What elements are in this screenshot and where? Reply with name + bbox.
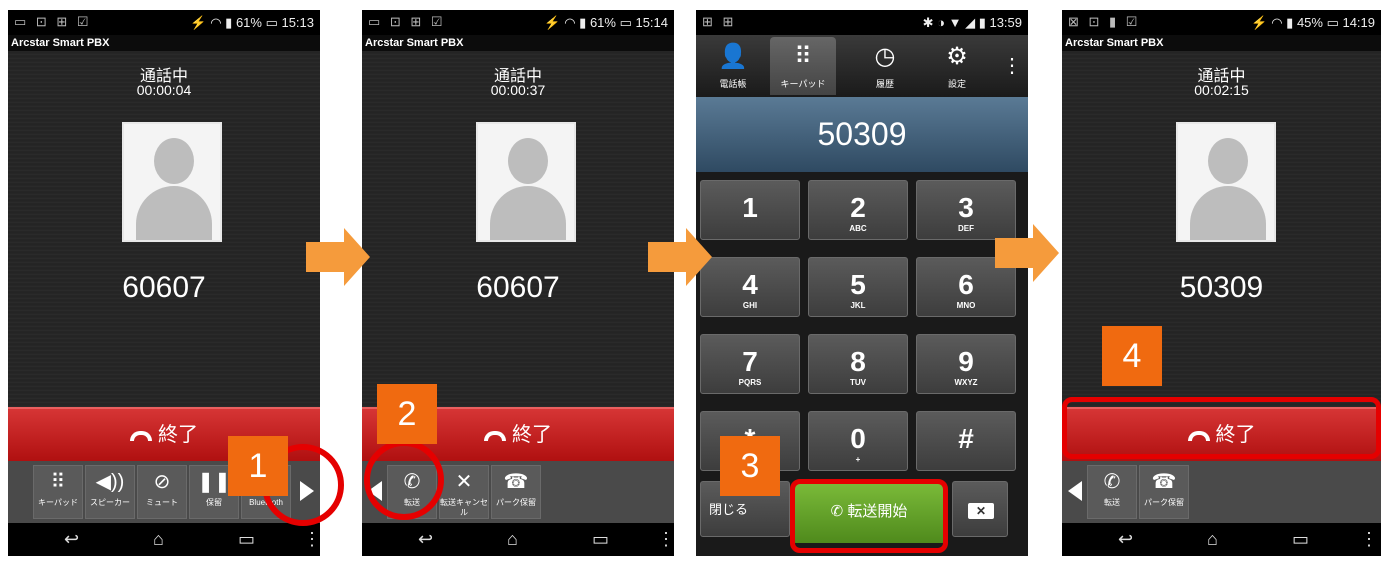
highlight-ring-2 bbox=[364, 440, 444, 520]
key-1[interactable]: 1 bbox=[700, 180, 800, 240]
history-icon: ◷ bbox=[874, 43, 896, 70]
app-title: Arcstar Smart PBX bbox=[8, 35, 320, 51]
park-hold-button[interactable]: ☎ パーク保留 bbox=[491, 465, 541, 519]
call-timer: 00:00:37 bbox=[490, 82, 546, 98]
step-badge-4: 4 bbox=[1102, 326, 1162, 386]
step-badge-2: 2 bbox=[377, 384, 437, 444]
end-call-label: 終了 bbox=[158, 424, 198, 446]
menu-icon[interactable]: ⋮ bbox=[1360, 529, 1378, 550]
status-icons-left: ▭ ⊡ ⊞ ☑ bbox=[368, 14, 446, 29]
menu-icon[interactable]: ⋮ bbox=[657, 529, 674, 550]
avatar bbox=[122, 122, 222, 242]
mute-icon: ⊘ bbox=[153, 471, 171, 493]
status-bar: ⊠ ⊡ ▮ ☑ ⚡ ◠ ▮ 45% ▭ 14:19 bbox=[1062, 10, 1381, 35]
avatar bbox=[1176, 122, 1276, 242]
highlight-rect-4 bbox=[1062, 397, 1381, 459]
backspace-icon: ✕ bbox=[968, 503, 994, 519]
key-5[interactable]: 5 JKL bbox=[808, 257, 908, 317]
status-bar: ⊞ ⊞ ✱ ◑ ▼ ◢ ▮ 13:59 bbox=[696, 10, 1028, 35]
avatar bbox=[476, 122, 576, 242]
home-icon[interactable]: ⌂ bbox=[153, 529, 164, 550]
flow-arrow-2-icon bbox=[648, 228, 712, 286]
tab-settings[interactable]: ⚙ 設定 bbox=[924, 37, 990, 95]
status-icons-right: ⚡ ◠ ▮ 45% ▭ 14:19 bbox=[1251, 15, 1375, 30]
call-toolbar: ✆ 転送 ☎ パーク保留 bbox=[1062, 461, 1381, 523]
status-icons-left: ▭ ⊡ ⊞ ☑ bbox=[14, 14, 92, 29]
highlight-rect-3 bbox=[790, 479, 948, 553]
transfer-button[interactable]: ✆ 転送 bbox=[1087, 465, 1137, 519]
status-bar: ▭ ⊡ ⊞ ☑ ⚡ ◠ ▮ 61% ▭ 15:13 bbox=[8, 10, 320, 35]
status-icons-left: ⊞ ⊞ bbox=[702, 14, 737, 29]
android-nav-bar: ↩ ⌂ ▭ ⋮ bbox=[362, 523, 674, 556]
contacts-icon: 👤 bbox=[718, 43, 748, 70]
back-icon[interactable]: ↩ bbox=[418, 529, 433, 550]
status-icons-left: ⊠ ⊡ ▮ ☑ bbox=[1068, 14, 1141, 29]
speaker-button[interactable]: ◀)) スピーカー bbox=[85, 465, 135, 519]
app-title: Arcstar Smart PBX bbox=[1062, 35, 1381, 51]
key-4[interactable]: 4 GHI bbox=[700, 257, 800, 317]
back-icon[interactable]: ↩ bbox=[64, 529, 79, 550]
park-hold-button[interactable]: ☎ パーク保留 bbox=[1139, 465, 1189, 519]
key-2[interactable]: 2 ABC bbox=[808, 180, 908, 240]
dial-display: 50309 bbox=[696, 97, 1028, 172]
keypad-icon: ⠿ bbox=[794, 43, 812, 70]
park-hold-icon: ☎ bbox=[503, 471, 529, 493]
status-icons-right: ⚡ ◠ ▮ 61% ▭ 15:13 bbox=[190, 15, 314, 30]
scroll-left-arrow-icon[interactable] bbox=[1068, 481, 1082, 501]
end-call-label: 終了 bbox=[512, 424, 552, 446]
hangup-icon bbox=[130, 430, 152, 441]
recents-icon[interactable]: ▭ bbox=[238, 529, 255, 550]
home-icon[interactable]: ⌂ bbox=[507, 529, 518, 550]
key-9[interactable]: 9 WXYZ bbox=[916, 334, 1016, 394]
caller-number: 60607 bbox=[122, 271, 206, 304]
speaker-icon: ◀)) bbox=[95, 471, 125, 493]
android-nav-bar: ↩ ⌂ ▭ ⋮ bbox=[1062, 523, 1381, 556]
settings-icon: ⚙ bbox=[946, 43, 968, 70]
back-icon[interactable]: ↩ bbox=[1118, 529, 1133, 550]
key-8[interactable]: 8 TUV bbox=[808, 334, 908, 394]
flow-arrow-1-icon bbox=[306, 228, 370, 286]
park-hold-icon: ☎ bbox=[1151, 471, 1177, 493]
status-icons-right: ⚡ ◠ ▮ 61% ▭ 15:14 bbox=[544, 15, 668, 30]
mute-button[interactable]: ⊘ ミュート bbox=[137, 465, 187, 519]
caller-number: 50309 bbox=[1179, 271, 1264, 304]
tab-contacts[interactable]: 👤 電話帳 bbox=[700, 37, 766, 95]
call-screen: 通話中 00:00:37 60607 bbox=[362, 51, 674, 407]
tab-keypad[interactable]: ⠿ キーパッド bbox=[770, 37, 836, 95]
flow-arrow-3-icon bbox=[995, 224, 1059, 282]
key-hash[interactable]: # bbox=[916, 411, 1016, 471]
step-badge-3: 3 bbox=[720, 436, 780, 496]
transfer-cancel-icon: ✕ bbox=[455, 471, 473, 493]
android-nav-bar: ↩ ⌂ ▭ ⋮ bbox=[8, 523, 320, 556]
keypad-button[interactable]: ⠿ キーパッド bbox=[33, 465, 83, 519]
call-timer: 00:02:15 bbox=[1194, 82, 1249, 98]
status-bar: ▭ ⊡ ⊞ ☑ ⚡ ◠ ▮ 61% ▭ 15:14 bbox=[362, 10, 674, 35]
backspace-button[interactable]: ✕ bbox=[952, 481, 1008, 537]
app-title: Arcstar Smart PBX bbox=[362, 35, 674, 51]
recents-icon[interactable]: ▭ bbox=[592, 529, 609, 550]
hangup-icon bbox=[484, 430, 506, 441]
caller-number: 60607 bbox=[476, 271, 560, 304]
menu-icon[interactable]: ⋮ bbox=[303, 529, 320, 550]
home-icon[interactable]: ⌂ bbox=[1207, 529, 1218, 550]
key-0[interactable]: 0 + bbox=[808, 411, 908, 471]
tab-history[interactable]: ◷ 履歴 bbox=[852, 37, 918, 95]
dialer-tabs: 👤 電話帳 ⠿ キーパッド ◷ 履歴 ⚙ 設定 ⋮ bbox=[696, 35, 1028, 97]
phone-screen-4: ⊠ ⊡ ▮ ☑ ⚡ ◠ ▮ 45% ▭ 14:19 Arcstar Smart … bbox=[1062, 10, 1381, 556]
recents-icon[interactable]: ▭ bbox=[1292, 529, 1309, 550]
transfer-icon: ✆ bbox=[1103, 471, 1121, 493]
transfer-cancel-button[interactable]: ✕ 転送キャンセル bbox=[439, 465, 489, 519]
call-screen: 通話中 00:00:04 60607 bbox=[8, 51, 320, 407]
keypad-icon: ⠿ bbox=[50, 471, 66, 493]
status-icons-right: ✱ ◑ ▼ ◢ ▮ 13:59 bbox=[922, 15, 1022, 30]
key-7[interactable]: 7 PQRS bbox=[700, 334, 800, 394]
more-menu-icon[interactable]: ⋮ bbox=[1002, 53, 1022, 78]
step-badge-1: 1 bbox=[228, 436, 288, 496]
tutorial-stage: ▭ ⊡ ⊞ ☑ ⚡ ◠ ▮ 61% ▭ 15:13 Arcstar Smart … bbox=[0, 0, 1381, 561]
call-timer: 00:00:04 bbox=[136, 82, 192, 98]
